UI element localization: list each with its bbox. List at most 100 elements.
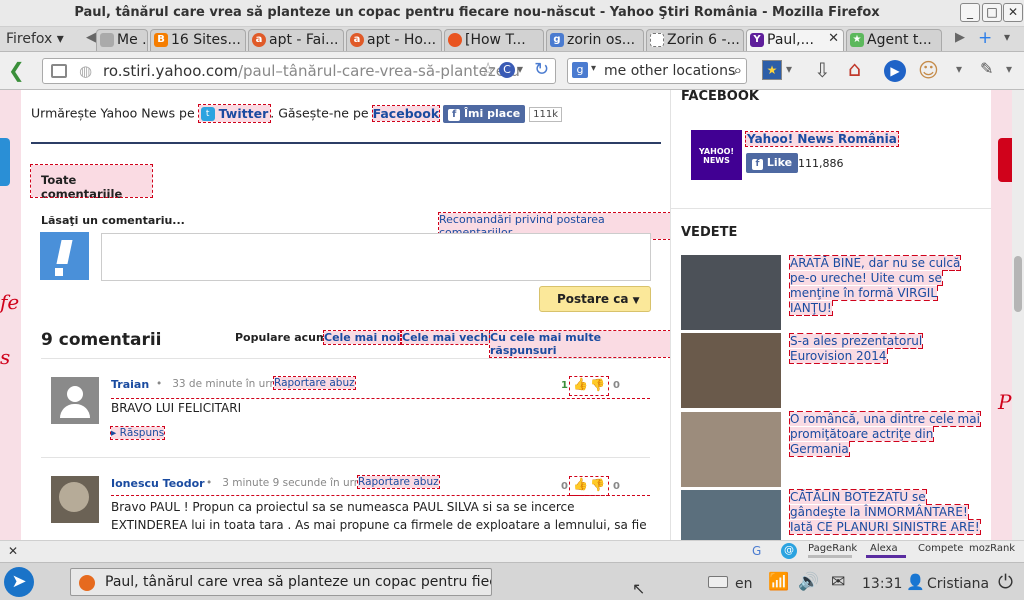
back-icon[interactable]: ❮ xyxy=(8,58,25,82)
news-link[interactable]: ARATĂ BINE, dar nu se culcă pe-o ureche!… xyxy=(788,255,980,316)
yahoo-news-logo[interactable]: YAHOO! NEWS xyxy=(691,130,742,180)
mail-icon[interactable]: ✉ xyxy=(831,572,845,592)
taskbar-window-firefox[interactable]: Paul, tânărul care vrea să planteze un c… xyxy=(70,568,492,596)
alexa-bar xyxy=(866,555,906,558)
menu-dropdown-icon[interactable]: ▾ xyxy=(1006,62,1012,76)
fb-like-button[interactable]: f Like xyxy=(746,153,799,173)
reload-icon[interactable]: ↻ xyxy=(534,59,549,80)
thumbs-down-icon[interactable]: 👎 xyxy=(590,378,605,392)
twitter-link[interactable]: t Twitter xyxy=(197,103,272,123)
page-info-icon[interactable] xyxy=(51,64,67,78)
user-icon[interactable]: 👤 xyxy=(906,573,925,591)
home-icon[interactable]: ⌂ xyxy=(848,57,861,81)
news-link[interactable]: CĂTĂLIN BOTEZATU se gândeşte la ÎNMORMÂN… xyxy=(789,489,981,535)
comment-author[interactable]: Traian xyxy=(111,378,149,391)
tab-scroll-right-icon[interactable]: ▶ xyxy=(955,30,965,45)
bookmarks-menu-icon[interactable]: ★ xyxy=(762,60,782,80)
scrollbar-thumb[interactable] xyxy=(1014,256,1022,312)
side-share-tab[interactable] xyxy=(0,138,10,186)
tab-item[interactable]: B 16 Sites... xyxy=(150,29,246,51)
report-abuse-link[interactable]: Raportare abuz xyxy=(273,376,356,390)
side-ad-tab[interactable] xyxy=(998,138,1012,182)
news-link-text[interactable]: S-a ales prezentatorul Eurovision 2014 xyxy=(788,333,924,364)
news-thumbnail[interactable] xyxy=(681,490,781,540)
thumbs-up-icon[interactable]: 👍 xyxy=(573,377,588,391)
reply-link[interactable]: ▸ Răspuns xyxy=(109,426,166,440)
monkey-icon[interactable]: ☺ xyxy=(918,58,939,82)
search-icon[interactable]: ⌕ xyxy=(734,61,742,79)
dropdown-icon[interactable]: ▾ xyxy=(517,62,523,76)
tab-item[interactable]: Me ... xyxy=(96,29,148,51)
fb-page-link[interactable]: Yahoo! News România xyxy=(745,131,899,147)
fb-like-button[interactable]: f Îmi place xyxy=(443,105,526,123)
news-link[interactable]: O româncă, una dintre cele mai promiţăto… xyxy=(789,411,981,457)
thumbs-down-icon[interactable]: 👎 xyxy=(590,478,605,492)
close-window-button[interactable]: ✕ xyxy=(1003,3,1023,22)
sort-most-replies[interactable]: Cu cele mai multe răspunsuri xyxy=(489,330,671,358)
pagerank-label[interactable]: PageRank xyxy=(808,543,857,554)
search-bar[interactable]: g ▾ me other locations ⌕ xyxy=(567,58,747,84)
start-menu-icon[interactable]: ➤ xyxy=(4,567,34,597)
url-bar[interactable]: ◍ ro.stiri.yahoo.com/paul–tânărul-care-v… xyxy=(42,58,556,84)
post-as-button[interactable]: Postare ca ▼ xyxy=(539,286,651,312)
tab-scroll-left-icon[interactable]: ◀ xyxy=(86,30,96,45)
sort-newest[interactable]: Cele mai noi xyxy=(322,330,402,345)
tab-item[interactable]: [How T... xyxy=(444,29,544,51)
maximize-button[interactable]: □ xyxy=(982,3,1002,22)
power-icon[interactable]: ⏻ xyxy=(998,571,1013,593)
section-divider xyxy=(31,142,661,144)
downloads-icon[interactable]: ⇩ xyxy=(814,58,831,82)
tab-item[interactable]: a apt - Fai... xyxy=(248,29,344,51)
thumbs-up-icon[interactable]: 👍 xyxy=(573,477,588,491)
vote-buttons[interactable]: 👍 👎 xyxy=(569,376,609,396)
news-link-text[interactable]: CĂTĂLIN BOTEZATU se gândeşte la ÎNMORMÂN… xyxy=(789,489,981,535)
tab-all-comments[interactable]: Toate comentariile xyxy=(30,164,153,201)
close-addon-bar-icon[interactable]: ✕ xyxy=(8,544,18,558)
wifi-icon[interactable]: 📶 xyxy=(768,572,789,592)
tab-item-active[interactable]: Y Paul,... ✕ xyxy=(746,29,844,51)
sort-popular-now[interactable]: Populare acum xyxy=(235,331,327,344)
tab-item[interactable]: ★ Agent t... xyxy=(846,29,942,51)
addon-dropdown-icon[interactable]: ▾ xyxy=(956,62,962,76)
close-tab-icon[interactable]: ✕ xyxy=(828,31,839,46)
news-link[interactable]: S-a ales prezentatorul Eurovision 2014 xyxy=(788,333,980,364)
tab-item[interactable]: a apt - Ho... xyxy=(346,29,442,51)
clock[interactable]: 13:31 xyxy=(862,576,902,592)
bookmark-star-icon[interactable]: ☆ xyxy=(480,59,496,80)
mozrank-label[interactable]: mozRank xyxy=(969,543,1015,554)
copyright-icon[interactable]: C xyxy=(499,62,515,78)
eyedropper-icon[interactable]: ✎ xyxy=(980,59,993,78)
keyboard-layout[interactable]: en xyxy=(735,576,753,592)
minimize-button[interactable]: _ xyxy=(960,3,980,22)
fb-like-count: 111,886 xyxy=(798,157,844,170)
twitter-label[interactable]: Twitter xyxy=(219,106,269,121)
alexa-label[interactable]: Alexa xyxy=(870,543,898,554)
sort-oldest[interactable]: Cele mai vechi xyxy=(401,330,493,345)
user-name[interactable]: Cristiana xyxy=(927,576,989,592)
tab-item[interactable]: Zorin 6 -... xyxy=(646,29,744,51)
vote-buttons[interactable]: 👍 👎 xyxy=(569,476,609,496)
firefox-menu-button[interactable]: Firefox ▾ xyxy=(6,31,64,47)
report-abuse-link[interactable]: Raportare abuz xyxy=(357,475,440,489)
keyboard-icon[interactable] xyxy=(708,576,728,588)
new-tab-icon[interactable]: + xyxy=(978,28,992,48)
page-scrollbar[interactable] xyxy=(1012,90,1024,540)
news-link-text[interactable]: ARATĂ BINE, dar nu se culcă pe-o ureche!… xyxy=(788,255,962,316)
tab-item[interactable]: g zorin os... xyxy=(546,29,644,51)
news-link-text[interactable]: O româncă, una dintre cele mai promiţăto… xyxy=(789,411,981,457)
list-tabs-icon[interactable]: ▾ xyxy=(1004,30,1010,44)
comment-textarea[interactable] xyxy=(101,233,651,281)
volume-icon[interactable]: 🔊 xyxy=(798,572,819,592)
play-icon[interactable]: ▶ xyxy=(884,60,906,82)
search-engine-dropdown-icon[interactable]: ▾ xyxy=(591,63,596,74)
comment-author[interactable]: Ionescu Teodor xyxy=(111,477,205,490)
google-search-icon[interactable]: g xyxy=(572,62,588,78)
at-icon[interactable]: @ xyxy=(781,543,797,559)
compete-label[interactable]: Compete xyxy=(918,543,963,554)
news-thumbnail[interactable] xyxy=(681,255,781,330)
news-thumbnail[interactable] xyxy=(681,412,781,487)
google-translate-icon[interactable]: G xyxy=(752,544,761,558)
facebook-link[interactable]: Facebook xyxy=(371,104,441,122)
bookmarks-dropdown-icon[interactable]: ▾ xyxy=(786,62,792,76)
news-thumbnail[interactable] xyxy=(681,333,781,408)
